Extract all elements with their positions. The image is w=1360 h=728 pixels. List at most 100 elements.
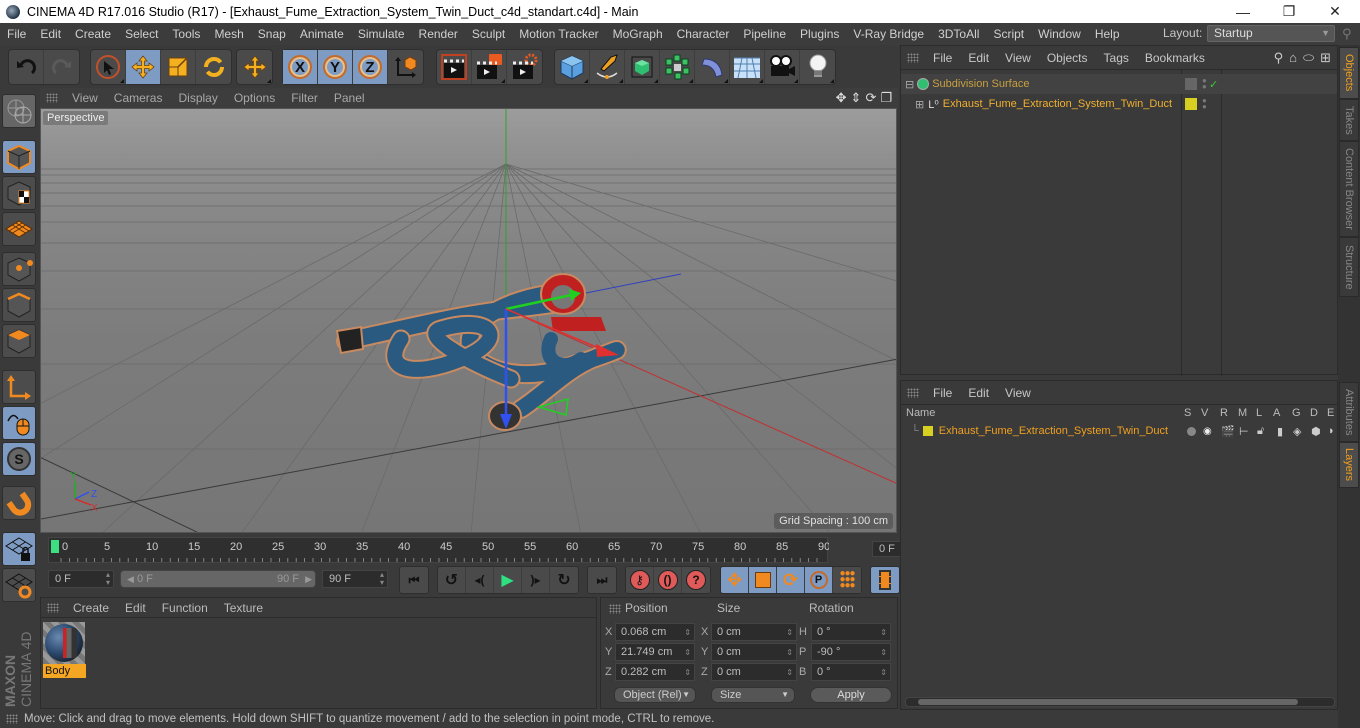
- points-mode-button[interactable]: [2, 252, 36, 286]
- camera-button[interactable]: [765, 50, 800, 84]
- rotate-tool-button[interactable]: [196, 50, 231, 84]
- polygons-mode-button[interactable]: [2, 324, 36, 358]
- key-position-button[interactable]: ✥: [721, 567, 749, 593]
- collapse-icon[interactable]: ⊟: [905, 78, 914, 91]
- solo-toggle-icon[interactable]: [1187, 426, 1196, 436]
- panel-grip-icon[interactable]: [907, 387, 919, 398]
- viewport-menu-panel[interactable]: Panel: [326, 91, 373, 105]
- search-icon[interactable]: ⚲: [1342, 26, 1352, 42]
- visibility-dots-icon[interactable]: ● ●: [1202, 77, 1207, 91]
- editor-visibility-icon[interactable]: [1185, 78, 1197, 90]
- rotation-p-field[interactable]: -90 ° ⇕: [811, 643, 891, 661]
- material-menu-create[interactable]: Create: [65, 601, 117, 615]
- viewport-menu-display[interactable]: Display: [170, 91, 225, 105]
- render-clapper-icon[interactable]: 🎬: [1221, 425, 1235, 438]
- search-icon[interactable]: ⚲: [1274, 50, 1284, 66]
- menu-create[interactable]: Create: [68, 27, 118, 41]
- objects-menu-objects[interactable]: Objects: [1039, 51, 1096, 65]
- y-axis-lock-button[interactable]: Y: [318, 50, 353, 84]
- layout-dropdown[interactable]: Startup: [1207, 25, 1335, 42]
- range-right-arrow-icon[interactable]: ▶: [305, 571, 312, 587]
- workplane-rotate-button[interactable]: [2, 568, 36, 602]
- model-mode-button[interactable]: [2, 140, 36, 174]
- undo-button[interactable]: [9, 50, 44, 84]
- redo-button[interactable]: [44, 50, 79, 84]
- perspective-viewport[interactable]: Y Z X Perspective Grid Spacing : 100 cm: [40, 108, 897, 533]
- col-name[interactable]: Name: [906, 407, 935, 419]
- x-axis-lock-button[interactable]: X: [283, 50, 318, 84]
- menu-simulate[interactable]: Simulate: [351, 27, 412, 41]
- unlock-icon[interactable]: 🔓︎: [1257, 425, 1264, 438]
- objects-menu-bookmarks[interactable]: Bookmarks: [1137, 51, 1213, 65]
- menu-edit[interactable]: Edit: [33, 27, 68, 41]
- coordinate-mode-dropdown[interactable]: Object (Rel) ▼: [614, 687, 696, 703]
- record-key-button[interactable]: ⚷: [626, 567, 654, 593]
- objects-menu-edit[interactable]: Edit: [960, 51, 997, 65]
- menu-mesh[interactable]: Mesh: [207, 27, 250, 41]
- col-expressions[interactable]: E: [1327, 407, 1334, 419]
- menu-help[interactable]: Help: [1088, 27, 1127, 41]
- range-left-arrow-icon[interactable]: ◀: [127, 574, 134, 584]
- material-menu-function[interactable]: Function: [154, 601, 216, 615]
- menu-file[interactable]: File: [0, 27, 33, 41]
- maximize-button[interactable]: ❐: [1266, 0, 1312, 23]
- eye-visible-icon[interactable]: ◉: [1203, 426, 1212, 437]
- viewport-menu-view[interactable]: View: [64, 91, 106, 105]
- rotation-b-field[interactable]: 0 ° ⇕: [811, 663, 891, 681]
- col-render[interactable]: R: [1220, 407, 1228, 419]
- menu-3dtoall[interactable]: 3DToAll: [931, 27, 986, 41]
- layers-menu-file[interactable]: File: [925, 386, 960, 400]
- key-pla-button[interactable]: ●●● ●●● ●●●: [833, 567, 861, 593]
- objects-menu-file[interactable]: File: [925, 51, 960, 65]
- start-frame-field[interactable]: 0 F ▴ ▾: [48, 570, 114, 588]
- panel-grip-icon[interactable]: [47, 602, 59, 613]
- menu-sculpt[interactable]: Sculpt: [465, 27, 512, 41]
- col-animation[interactable]: A: [1273, 407, 1280, 419]
- play-button[interactable]: ▶: [494, 567, 522, 593]
- pan-view-icon[interactable]: ✥: [836, 90, 847, 106]
- floor-button[interactable]: [730, 50, 765, 84]
- col-generators[interactable]: G: [1292, 407, 1301, 419]
- menu-snap[interactable]: Snap: [251, 27, 293, 41]
- light-button[interactable]: [800, 50, 835, 84]
- eye-filter-icon[interactable]: ⬭: [1303, 50, 1314, 66]
- enabled-check-icon[interactable]: ✓: [1209, 78, 1218, 91]
- position-x-field[interactable]: 0.068 cm ⇕: [615, 623, 695, 641]
- playhead-marker[interactable]: [51, 540, 59, 553]
- next-frame-button[interactable]: )▸: [522, 567, 550, 593]
- tab-takes[interactable]: Takes: [1339, 99, 1359, 141]
- size-x-field[interactable]: 0 cm ⇕: [711, 623, 797, 641]
- position-z-field[interactable]: 0.282 cm ⇕: [615, 663, 695, 681]
- object-row-exhaust-duct[interactable]: ⊞ L⁰ Exhaust_Fume_Extraction_System_Twin…: [901, 94, 1337, 114]
- pen-spline-button[interactable]: [590, 50, 625, 84]
- goto-start-button[interactable]: ⏮: [400, 567, 428, 593]
- objects-menu-view[interactable]: View: [997, 51, 1039, 65]
- recent-tool-button[interactable]: [237, 50, 272, 84]
- menu-mograph[interactable]: MoGraph: [606, 27, 670, 41]
- menu-render[interactable]: Render: [412, 27, 465, 41]
- render-view-button[interactable]: [437, 50, 472, 84]
- col-locked[interactable]: L: [1256, 407, 1262, 419]
- next-key-button[interactable]: ↻: [550, 567, 578, 593]
- layer-color-swatch[interactable]: [922, 426, 933, 436]
- manager-hierarchy-icon[interactable]: ⊢: [1239, 425, 1249, 438]
- snap-button[interactable]: [2, 486, 36, 520]
- panel-grip-icon[interactable]: [907, 52, 919, 63]
- coordinate-system-button[interactable]: [388, 50, 423, 84]
- generator-icon[interactable]: ◈: [1293, 425, 1301, 438]
- tab-objects[interactable]: Objects: [1339, 47, 1359, 99]
- tab-content-browser[interactable]: Content Browser: [1339, 141, 1359, 237]
- material-menu-edit[interactable]: Edit: [117, 601, 154, 615]
- texture-mode-button[interactable]: [2, 176, 36, 210]
- position-y-field[interactable]: 21.749 cm ⇕: [615, 643, 695, 661]
- orbit-view-icon[interactable]: ⟳: [865, 90, 876, 106]
- layer-color-swatch[interactable]: [1185, 98, 1197, 110]
- open-timeline-button[interactable]: [871, 567, 899, 593]
- object-row-subdivision-surface[interactable]: ⊟ Subdivision Surface ● ● ✓: [901, 74, 1337, 94]
- tab-layers[interactable]: Layers: [1339, 442, 1359, 488]
- layers-menu-edit[interactable]: Edit: [960, 386, 997, 400]
- z-axis-lock-button[interactable]: Z: [353, 50, 388, 84]
- maximize-view-icon[interactable]: ❐: [880, 90, 892, 106]
- menu-tools[interactable]: Tools: [165, 27, 207, 41]
- workplane-lock-button[interactable]: [2, 532, 36, 566]
